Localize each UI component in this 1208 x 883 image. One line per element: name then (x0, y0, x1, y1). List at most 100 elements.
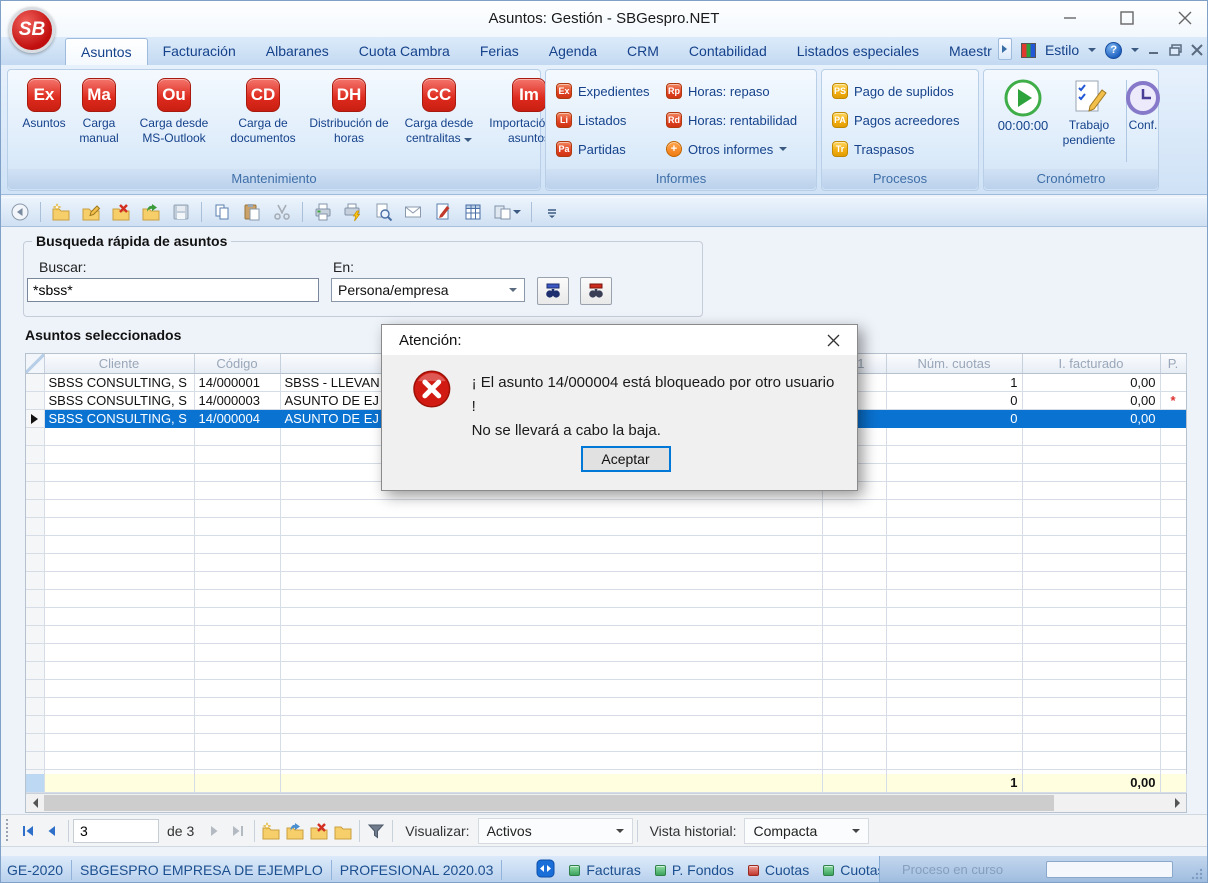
remote-support-button[interactable] (536, 859, 555, 881)
row-selector-header[interactable] (26, 354, 44, 373)
mdi-close-button[interactable] (1191, 44, 1203, 56)
last-record-button[interactable] (226, 819, 250, 843)
delete-record-button[interactable] (108, 200, 134, 224)
button-label: Traspasos (854, 142, 914, 157)
ribbon-button-distribucion-horas[interactable]: DH Distribución de horas (306, 78, 392, 146)
ribbon-button-expedientes[interactable]: ExExpedientes (556, 80, 650, 102)
tab-facturacion[interactable]: Facturación (148, 38, 251, 65)
send-mail-button[interactable] (400, 200, 426, 224)
search-input[interactable] (27, 278, 319, 302)
ribbon-button-pago-suplidos[interactable]: PSPago de suplidos (832, 80, 960, 102)
ribbon-button-traspasos[interactable]: TrTraspasos (832, 138, 960, 160)
tab-agenda[interactable]: Agenda (534, 38, 612, 65)
chevron-down-icon[interactable] (1131, 48, 1139, 52)
scroll-right-button[interactable] (1168, 794, 1186, 812)
copy-button[interactable] (209, 200, 235, 224)
ribbon-tab-bar: Asuntos Facturación Albaranes Cuota Camb… (1, 37, 1207, 65)
close-button[interactable] (1177, 9, 1193, 27)
record-position-input[interactable] (73, 819, 159, 843)
mdi-restore-button[interactable] (1169, 44, 1182, 57)
scroll-left-button[interactable] (26, 794, 44, 812)
row-selector[interactable] (26, 410, 44, 428)
print-button[interactable] (310, 200, 336, 224)
ribbon-button-horas-repaso[interactable]: RpHoras: repaso (666, 80, 797, 102)
grid-columns-button[interactable] (460, 200, 486, 224)
ribbon-button-carga-documentos[interactable]: CD Carga de documentos (222, 78, 304, 146)
ribbon-button-otros-informes[interactable]: +Otros informes (666, 138, 797, 160)
distribucion-horas-icon: DH (332, 78, 366, 112)
cell-cliente: SBSS CONSULTING, S (44, 392, 194, 410)
refresh-record-button[interactable] (138, 200, 164, 224)
search-advanced-button[interactable] (580, 277, 612, 305)
minimize-button[interactable] (1063, 9, 1077, 27)
open-folder-icon (141, 202, 161, 222)
row-selector[interactable] (26, 392, 44, 410)
help-icon[interactable]: ? (1105, 42, 1122, 59)
quick-toolbar (1, 197, 1207, 227)
quick-print-button[interactable] (340, 200, 366, 224)
toolbar-overflow-button[interactable] (539, 200, 565, 224)
horizontal-scrollbar[interactable] (26, 793, 1186, 812)
tab-contabilidad[interactable]: Contabilidad (674, 38, 782, 65)
back-button[interactable] (7, 200, 33, 224)
ribbon-button-carga-manual[interactable]: Ma Carga manual (74, 78, 124, 146)
tab-scroll-right-button[interactable] (998, 38, 1012, 60)
folder-button[interactable] (331, 819, 355, 843)
visualizar-select[interactable]: Activos (478, 818, 633, 844)
tab-maestros[interactable]: Maestr (934, 38, 992, 65)
ribbon-button-carga-centralitas[interactable]: CC Carga desde centralitas (394, 78, 484, 146)
ribbon-button-horas-rentabilidad[interactable]: RdHoras: rentabilidad (666, 109, 797, 131)
vista-historial-select[interactable]: Compacta (744, 818, 869, 844)
dialog-title: Atención: (399, 332, 819, 349)
filter-button[interactable] (364, 819, 388, 843)
ribbon-button-listados[interactable]: LiListados (556, 109, 650, 131)
dialog-close-button[interactable] (819, 328, 847, 352)
cronometro-conf-button[interactable]: Conf. (1128, 78, 1158, 133)
tab-ferias[interactable]: Ferias (465, 38, 534, 65)
column-header-codigo[interactable]: Código (194, 354, 280, 373)
cut-button[interactable] (269, 200, 295, 224)
print-preview-button[interactable] (370, 200, 396, 224)
search-button[interactable] (537, 277, 569, 305)
ribbon-button-pagos-acreedores[interactable]: PAPagos acreedores (832, 109, 960, 131)
estilo-menu[interactable]: Estilo (1045, 42, 1079, 58)
tab-asuntos[interactable]: Asuntos (65, 38, 148, 65)
tab-albaranes[interactable]: Albaranes (251, 38, 344, 65)
ribbon-button-asuntos[interactable]: Ex Asuntos (16, 78, 72, 131)
report-design-button[interactable] (430, 200, 456, 224)
tab-cuota-cambra[interactable]: Cuota Cambra (344, 38, 465, 65)
save-button[interactable] (168, 200, 194, 224)
row-selector[interactable] (26, 374, 44, 392)
edit-record-button[interactable] (78, 200, 104, 224)
aceptar-button[interactable]: Aceptar (581, 446, 671, 472)
tab-listados-especiales[interactable]: Listados especiales (782, 38, 934, 65)
open-folder-button[interactable] (283, 819, 307, 843)
paste-button[interactable] (239, 200, 265, 224)
ribbon: Ex Asuntos Ma Carga manual Ou Carga desd… (1, 65, 1207, 195)
column-header-i-facturado[interactable]: I. facturado (1022, 354, 1160, 373)
trabajo-pendiente-button[interactable]: Trabajo pendiente (1058, 78, 1120, 148)
chevron-down-icon[interactable] (1088, 48, 1096, 52)
column-header-cliente[interactable]: Cliente (44, 354, 194, 373)
search-field-select[interactable]: Persona/empresa (331, 278, 525, 302)
resize-grip-icon[interactable] (1190, 867, 1204, 881)
tab-crm[interactable]: CRM (612, 38, 674, 65)
maximize-button[interactable] (1119, 9, 1135, 27)
column-header-p[interactable]: P. (1160, 354, 1186, 373)
ribbon-button-partidas[interactable]: PaPartidas (556, 138, 650, 160)
delete-folder-button[interactable] (307, 819, 331, 843)
next-record-button[interactable] (202, 819, 226, 843)
overflow-icon (545, 205, 559, 219)
layout-button[interactable] (490, 200, 524, 224)
new-record-folder-button[interactable] (259, 819, 283, 843)
print-preview-icon (373, 202, 393, 222)
mdi-minimize-button[interactable] (1148, 44, 1160, 56)
ribbon-button-carga-outlook[interactable]: Ou Carga desde MS-Outlook (128, 78, 220, 146)
column-header-num-cuotas[interactable]: Núm. cuotas (886, 354, 1022, 373)
previous-record-button[interactable] (40, 819, 64, 843)
new-record-button[interactable] (48, 200, 74, 224)
timer-start-button[interactable]: 00:00:00 (992, 78, 1054, 133)
first-record-button[interactable] (16, 819, 40, 843)
drag-grip[interactable] (5, 819, 10, 843)
scrollbar-thumb[interactable] (44, 795, 1054, 811)
